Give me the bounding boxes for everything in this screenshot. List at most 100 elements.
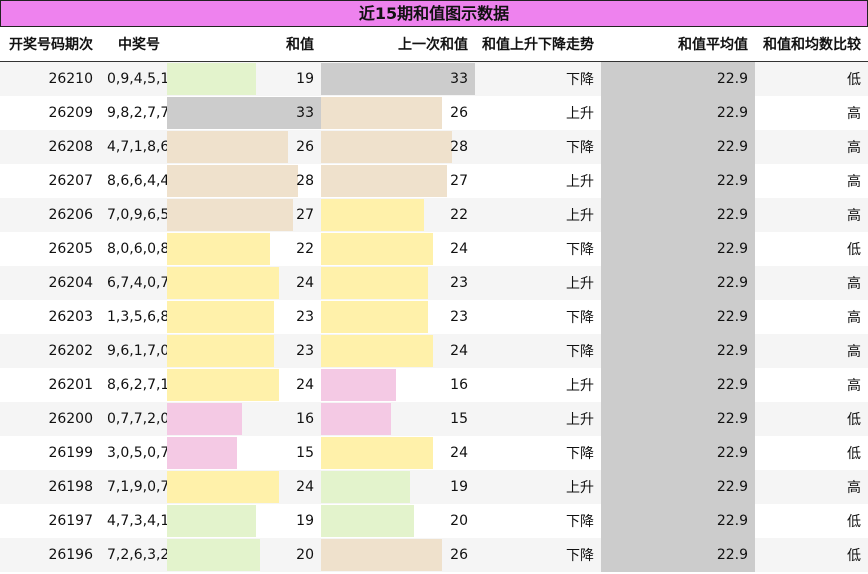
table-row: 26199 3,0,5,0,7 15 24 下降 22.9 低 — [0, 436, 868, 470]
cell-compare: 高 — [755, 300, 868, 334]
prev-sum-value: 19 — [450, 479, 468, 495]
sum-cell: 24 — [167, 266, 321, 300]
cell-period: 26205 — [0, 232, 100, 266]
prev-sum-cell: 15 — [321, 402, 475, 436]
cell-period: 26197 — [0, 504, 100, 538]
sum-value: 28 — [296, 173, 314, 189]
cell-numbers: 9,8,2,7,7 — [100, 96, 169, 130]
prev-sum-cell: 24 — [321, 334, 475, 368]
cell-compare: 低 — [755, 402, 868, 436]
header-row: 开奖号码期次 中奖号 和值 上一次和值 和值上升下降走势 和值平均值 和值和均数… — [0, 27, 868, 62]
cell-average: 22.9 — [601, 368, 755, 402]
cell-period: 26201 — [0, 368, 100, 402]
sum-cell: 27 — [167, 198, 321, 232]
cell-compare: 高 — [755, 470, 868, 504]
cell-trend: 上升 — [475, 198, 601, 232]
cell-numbers: 4,7,1,8,6 — [100, 130, 169, 164]
sum-cell: 24 — [167, 368, 321, 402]
cell-numbers: 9,6,1,7,0 — [100, 334, 169, 368]
cell-trend: 上升 — [475, 164, 601, 198]
table-row: 26203 1,3,5,6,8 23 23 下降 22.9 高 — [0, 300, 868, 334]
cell-compare: 低 — [755, 61, 868, 96]
cell-numbers: 6,7,4,0,7 — [100, 266, 169, 300]
cell-numbers: 0,9,4,5,1 — [100, 61, 169, 96]
cell-average: 22.9 — [601, 164, 755, 198]
header-prev-sum: 上一次和值 — [321, 27, 475, 62]
prev-sum-cell: 23 — [321, 300, 475, 334]
sum-cell: 23 — [167, 300, 321, 334]
cell-average: 22.9 — [601, 300, 755, 334]
cell-average: 22.9 — [601, 96, 755, 130]
prev-sum-cell: 24 — [321, 232, 475, 266]
table-body: 26210 0,9,4,5,1 19 33 下降 22.9 低 26209 9,8,2,7,7 3… — [0, 61, 868, 572]
prev-sum-cell: 19 — [321, 470, 475, 504]
cell-compare: 低 — [755, 232, 868, 266]
prev-sum-value: 24 — [450, 445, 468, 461]
cell-average: 22.9 — [601, 198, 755, 232]
cell-trend: 下降 — [475, 300, 601, 334]
cell-average: 22.9 — [601, 402, 755, 436]
prev-sum-cell: 33 — [321, 61, 475, 96]
table-row: 26202 9,6,1,7,0 23 24 下降 22.9 高 — [0, 334, 868, 368]
prev-sum-value: 22 — [450, 207, 468, 223]
cell-trend: 上升 — [475, 368, 601, 402]
table-row: 26208 4,7,1,8,6 26 28 下降 22.9 高 — [0, 130, 868, 164]
cell-average: 22.9 — [601, 232, 755, 266]
cell-trend: 下降 — [475, 334, 601, 368]
sum-value: 24 — [296, 275, 314, 291]
cell-average: 22.9 — [601, 470, 755, 504]
cell-compare: 高 — [755, 368, 868, 402]
cell-compare: 高 — [755, 130, 868, 164]
cell-trend: 下降 — [475, 130, 601, 164]
sum-value: 27 — [296, 207, 314, 223]
prev-sum-cell: 20 — [321, 504, 475, 538]
table-title: 近15期和值图示数据 — [0, 0, 868, 27]
prev-sum-cell: 26 — [321, 538, 475, 572]
prev-sum-cell: 27 — [321, 164, 475, 198]
cell-numbers: 8,0,6,0,8 — [100, 232, 169, 266]
sum-value: 23 — [296, 343, 314, 359]
cell-compare: 高 — [755, 96, 868, 130]
table-row: 26197 4,7,3,4,1 19 20 下降 22.9 低 — [0, 504, 868, 538]
cell-numbers: 1,3,5,6,8 — [100, 300, 169, 334]
header-compare: 和值和均数比较 — [755, 27, 868, 62]
sum-cell: 15 — [167, 436, 321, 470]
prev-sum-cell: 26 — [321, 96, 475, 130]
cell-average: 22.9 — [601, 61, 755, 96]
sum-value: 33 — [296, 105, 314, 121]
cell-compare: 高 — [755, 334, 868, 368]
sum-value: 24 — [296, 377, 314, 393]
prev-sum-cell: 16 — [321, 368, 475, 402]
cell-compare: 低 — [755, 504, 868, 538]
cell-trend: 上升 — [475, 96, 601, 130]
cell-period: 26208 — [0, 130, 100, 164]
cell-trend: 下降 — [475, 436, 601, 470]
cell-average: 22.9 — [601, 130, 755, 164]
sum-cell: 19 — [167, 504, 321, 538]
table-row: 26210 0,9,4,5,1 19 33 下降 22.9 低 — [0, 61, 868, 96]
sum-cell: 19 — [167, 61, 321, 96]
cell-period: 26202 — [0, 334, 100, 368]
table-row: 26198 7,1,9,0,7 24 19 上升 22.9 高 — [0, 470, 868, 504]
prev-sum-value: 24 — [450, 343, 468, 359]
table-row: 26201 8,6,2,7,1 24 16 上升 22.9 高 — [0, 368, 868, 402]
table-row: 26196 7,2,6,3,2 20 26 下降 22.9 低 — [0, 538, 868, 572]
cell-compare: 高 — [755, 266, 868, 300]
header-period: 开奖号码期次 — [0, 27, 100, 62]
cell-period: 26199 — [0, 436, 100, 470]
prev-sum-value: 16 — [450, 377, 468, 393]
cell-numbers: 7,0,9,6,5 — [100, 198, 169, 232]
cell-compare: 低 — [755, 538, 868, 572]
prev-sum-cell: 22 — [321, 198, 475, 232]
cell-compare: 高 — [755, 164, 868, 198]
cell-period: 26206 — [0, 198, 100, 232]
sum-value: 24 — [296, 479, 314, 495]
cell-compare: 高 — [755, 198, 868, 232]
cell-numbers: 3,0,5,0,7 — [100, 436, 169, 470]
cell-numbers: 4,7,3,4,1 — [100, 504, 169, 538]
cell-period: 26203 — [0, 300, 100, 334]
cell-trend: 下降 — [475, 504, 601, 538]
sum-value: 23 — [296, 309, 314, 325]
cell-trend: 上升 — [475, 266, 601, 300]
sum-cell: 20 — [167, 538, 321, 572]
